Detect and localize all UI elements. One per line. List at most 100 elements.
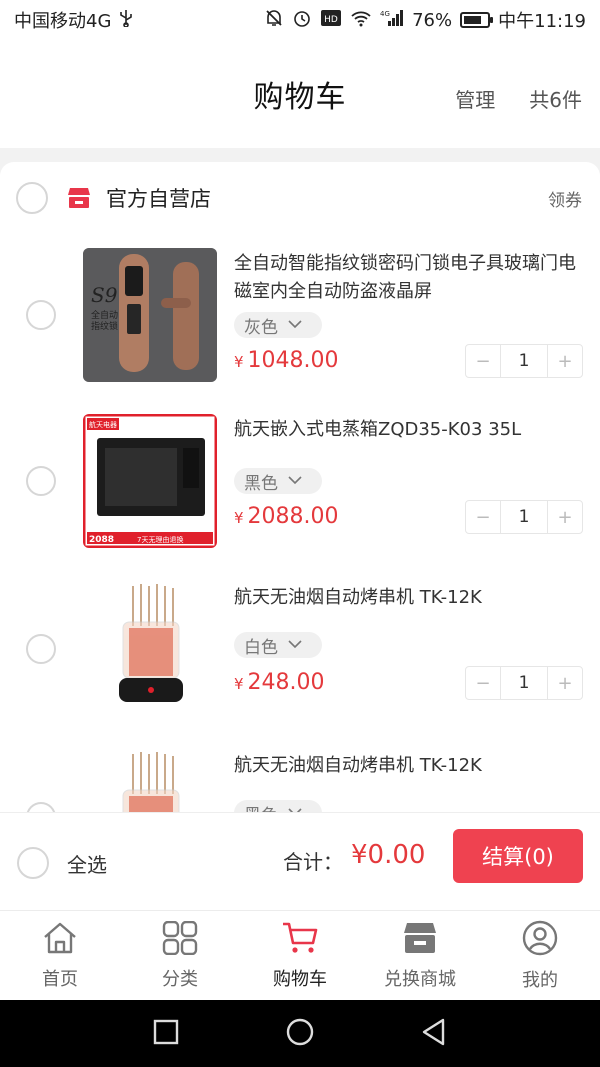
decrease-button[interactable]: − xyxy=(466,345,500,377)
quantity-value[interactable]: 1 xyxy=(500,345,548,377)
thumb-line: 指纹锁 xyxy=(91,320,118,332)
store-select-radio[interactable] xyxy=(16,182,48,214)
decrease-button[interactable]: − xyxy=(466,501,500,533)
checkout-button[interactable]: 结算(0) xyxy=(453,829,583,883)
chevron-down-icon xyxy=(288,474,302,488)
quantity-stepper: − 1 + xyxy=(465,500,583,534)
spec-label: 黑色 xyxy=(244,473,278,494)
item-price: ¥1048.00 xyxy=(234,348,339,373)
alarm-icon xyxy=(292,8,312,33)
store-icon xyxy=(401,921,439,959)
usb-icon xyxy=(119,9,133,31)
tab-home[interactable]: 首页 xyxy=(0,911,120,1000)
shop-icon xyxy=(66,187,92,209)
quantity-value[interactable]: 1 xyxy=(500,667,548,699)
recents-icon[interactable] xyxy=(153,1019,179,1049)
product-image[interactable] xyxy=(83,750,217,812)
clock: 中午11:19 xyxy=(498,11,586,32)
cart-item: 航天无油烟自动烤串机 TK-12K 白色 ¥248.00 − 1 + xyxy=(0,582,600,732)
tab-label: 我的 xyxy=(522,969,558,991)
decrease-button[interactable]: − xyxy=(466,667,500,699)
item-price: ¥2088.00 xyxy=(234,504,339,529)
battery-percent: 76% xyxy=(412,9,453,31)
cart-store-card: 官方自营店 领券 S9 全自动 指纹锁 全自动智能指纹锁密码门锁电子具玻璃门电磁… xyxy=(0,162,600,812)
price-value: 248.00 xyxy=(247,670,325,695)
back-icon[interactable] xyxy=(421,1018,447,1050)
price-value: 2088.00 xyxy=(247,504,339,529)
checkout-bar: 全选 合计： ¥0.00 结算(0) xyxy=(0,812,600,910)
item-select-radio[interactable] xyxy=(26,634,56,664)
svg-text:HD: HD xyxy=(324,15,338,25)
spec-selector[interactable]: 黑色 xyxy=(234,800,322,812)
quantity-stepper: − 1 + xyxy=(465,344,583,378)
currency-symbol: ¥ xyxy=(234,509,244,527)
thumb-model: S9 xyxy=(91,283,118,307)
battery-icon xyxy=(460,12,494,28)
spec-selector[interactable]: 黑色 xyxy=(234,468,322,494)
select-all-radio[interactable] xyxy=(17,847,49,879)
item-price: ¥248.00 xyxy=(234,670,325,695)
item-count: 共6件 xyxy=(529,88,582,112)
product-image[interactable] xyxy=(83,582,217,716)
cart-item: 航天电器 2088 7天无理由退换 航天嵌入式电蒸箱ZQD35-K03 35L … xyxy=(0,414,600,564)
price-value: 1048.00 xyxy=(247,348,339,373)
spec-label: 灰色 xyxy=(244,317,278,338)
increase-button[interactable]: + xyxy=(548,667,582,699)
mute-icon xyxy=(264,8,284,33)
wifi-icon xyxy=(350,9,372,32)
chevron-down-icon xyxy=(288,318,302,332)
bottom-tab-bar: 首页 分类 购物车 兑换商城 我的 xyxy=(0,910,600,1000)
increase-button[interactable]: + xyxy=(548,501,582,533)
status-bar: 中国移动4G HD 4G 76% 中午11:19 xyxy=(0,0,600,40)
product-image[interactable]: 航天电器 2088 7天无理由退换 xyxy=(83,414,217,548)
network-label: 4G xyxy=(380,10,390,18)
tab-profile[interactable]: 我的 xyxy=(480,911,600,1000)
tab-label: 分类 xyxy=(162,968,198,990)
manage-button[interactable]: 管理 xyxy=(455,84,495,113)
battery-fill xyxy=(464,16,482,24)
header: 购物车 管理 共6件 xyxy=(0,40,600,148)
carrier-label: 中国移动4G xyxy=(14,11,112,32)
tab-cart[interactable]: 购物车 xyxy=(240,911,360,1000)
store-row: 官方自营店 领券 xyxy=(0,162,600,234)
tab-exchange-mall[interactable]: 兑换商城 xyxy=(360,911,480,1000)
cart-item: S9 全自动 指纹锁 全自动智能指纹锁密码门锁电子具玻璃门电磁室内全自动防盗液晶… xyxy=(0,248,600,398)
spec-selector[interactable]: 白色 xyxy=(234,632,322,658)
total-value: ¥0.00 xyxy=(351,840,426,870)
quantity-value[interactable]: 1 xyxy=(500,501,548,533)
system-nav-bar xyxy=(0,1000,600,1067)
item-title[interactable]: 航天无油烟自动烤串机 TK-12K xyxy=(234,752,584,780)
signal-icon: 4G xyxy=(380,9,404,32)
home-circle-icon[interactable] xyxy=(285,1017,315,1051)
item-title[interactable]: 全自动智能指纹锁密码门锁电子具玻璃门电磁室内全自动防盗液晶屏 xyxy=(234,250,584,306)
cart-item: 航天无油烟自动烤串机 TK-12K 黑色 xyxy=(0,750,600,812)
category-icon xyxy=(162,920,198,959)
page-title: 购物车 xyxy=(253,80,347,115)
increase-button[interactable]: + xyxy=(548,345,582,377)
tab-label: 首页 xyxy=(42,968,78,990)
item-title[interactable]: 航天嵌入式电蒸箱ZQD35-K03 35L xyxy=(234,416,584,444)
select-all-label[interactable]: 全选 xyxy=(67,849,107,878)
user-icon xyxy=(522,920,558,960)
hd-icon: HD xyxy=(320,9,342,32)
currency-symbol: ¥ xyxy=(234,675,244,693)
tab-label: 购物车 xyxy=(273,968,327,990)
thumb-return: 7天无理由退换 xyxy=(137,535,183,544)
tab-label: 兑换商城 xyxy=(384,968,456,990)
spec-selector[interactable]: 灰色 xyxy=(234,312,322,338)
quantity-stepper: − 1 + xyxy=(465,666,583,700)
cart-icon xyxy=(281,921,319,959)
store-name: 官方自营店 xyxy=(106,187,211,211)
item-title[interactable]: 航天无油烟自动烤串机 TK-12K xyxy=(234,584,584,612)
spec-label: 白色 xyxy=(244,637,278,658)
item-select-radio[interactable] xyxy=(26,466,56,496)
thumb-price: 2088 xyxy=(89,535,114,545)
home-icon xyxy=(42,921,78,959)
thumb-brand: 航天电器 xyxy=(89,420,117,429)
currency-symbol: ¥ xyxy=(234,353,244,371)
item-select-radio[interactable] xyxy=(26,802,56,812)
coupon-button[interactable]: 领券 xyxy=(548,186,582,211)
product-image[interactable]: S9 全自动 指纹锁 xyxy=(83,248,217,382)
item-select-radio[interactable] xyxy=(26,300,56,330)
tab-category[interactable]: 分类 xyxy=(120,911,240,1000)
